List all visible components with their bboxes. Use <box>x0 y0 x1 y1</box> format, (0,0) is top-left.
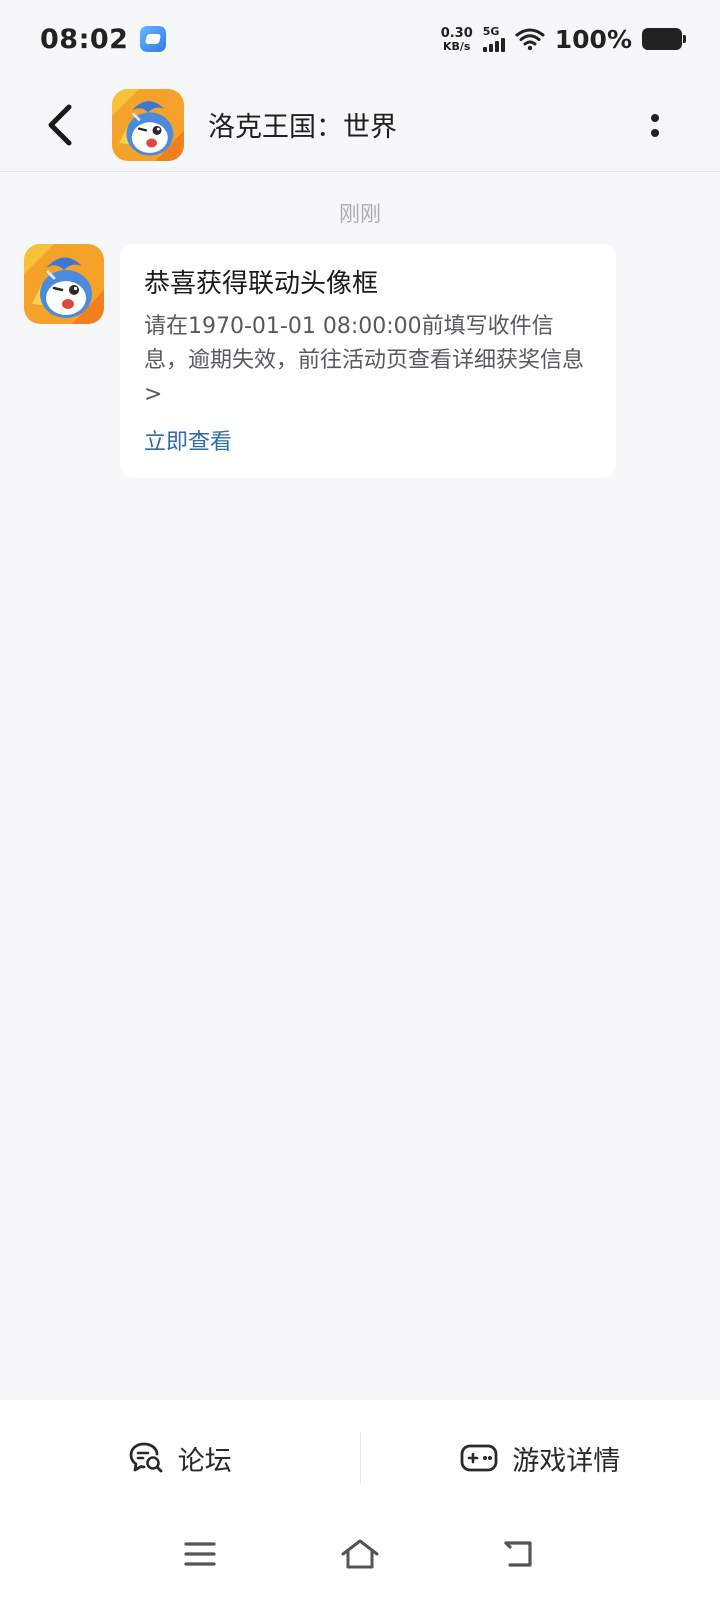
gamepad-icon <box>460 1444 498 1472</box>
message-card[interactable]: 恭喜获得联动头像框 请在1970-01-01 08:00:00前填写收件信息，逾… <box>120 244 616 478</box>
forum-label: 论坛 <box>177 1445 232 1477</box>
chat-search-icon <box>129 1442 163 1473</box>
back-arrow-icon <box>504 1541 532 1567</box>
network-speed: 0.30 KB/s <box>440 25 473 53</box>
game-details-button[interactable]: 游戏详情 <box>361 1400 720 1516</box>
view-now-link[interactable]: 立即查看 <box>144 424 232 456</box>
menu-icon <box>184 1542 216 1566</box>
chat-title: 洛克王国：世界 <box>208 112 397 143</box>
notification-app-icon <box>140 26 167 52</box>
game-avatar[interactable] <box>112 88 184 161</box>
cellular-signal-icon: 5G <box>482 26 505 52</box>
system-back-button[interactable] <box>496 1532 544 1576</box>
battery-icon <box>642 28 686 50</box>
status-bar: 08:02 0.30 KB/s 5G 100% <box>0 0 720 78</box>
battery-percentage: 100% <box>554 24 632 54</box>
more-vertical-icon <box>651 113 659 122</box>
status-time: 08:02 <box>40 23 129 55</box>
wifi-icon <box>515 28 545 51</box>
chevron-left-icon <box>48 104 72 145</box>
home-button[interactable] <box>336 1532 384 1576</box>
message-body: 请在1970-01-01 08:00:00前填写收件信息，逾期失效，前往活动页查… <box>144 314 585 407</box>
game-mascot-icon <box>112 88 184 161</box>
chat-header: 洛克王国：世界 <box>0 78 720 172</box>
message-timestamp: 刚刚 <box>339 202 381 226</box>
game-details-label: 游戏详情 <box>512 1445 621 1477</box>
recent-apps-button[interactable] <box>176 1532 224 1576</box>
back-button[interactable] <box>30 95 90 155</box>
sender-avatar[interactable] <box>24 244 104 324</box>
message-title: 恭喜获得联动头像框 <box>144 269 379 299</box>
system-navigation-bar <box>0 1516 720 1600</box>
forum-button[interactable]: 论坛 <box>0 1400 360 1516</box>
bottom-action-bar: 论坛 游戏详情 <box>0 1400 720 1516</box>
home-icon <box>341 1539 379 1569</box>
more-options-button[interactable] <box>640 100 670 150</box>
game-mascot-icon <box>24 244 104 324</box>
